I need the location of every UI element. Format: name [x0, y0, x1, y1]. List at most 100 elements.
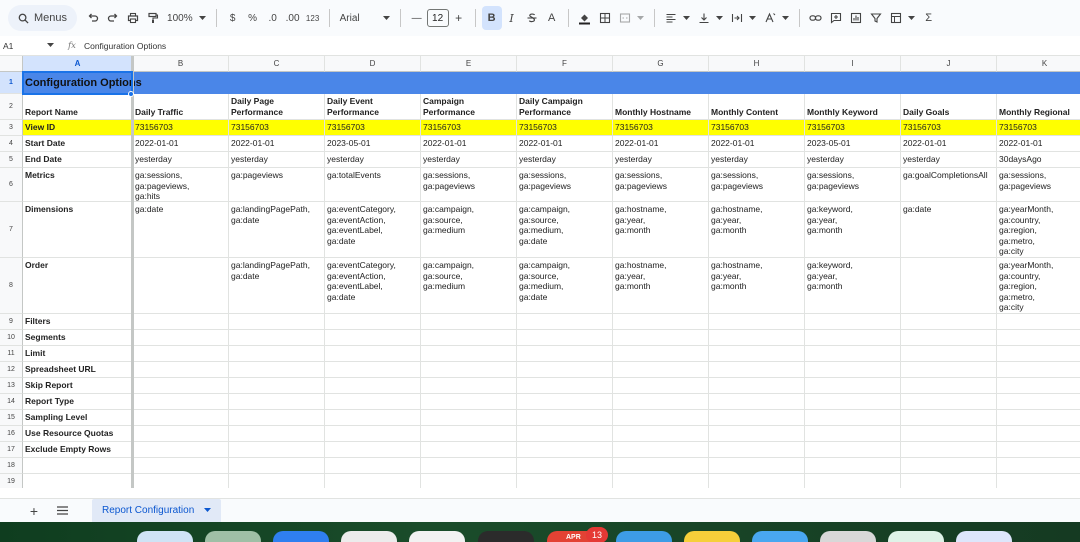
formula-input[interactable]: Configuration Options: [84, 41, 166, 51]
browser-icon[interactable]: [956, 531, 1012, 542]
filter-views-button[interactable]: [886, 12, 919, 24]
data-cell[interactable]: yesterday: [613, 152, 709, 168]
zoom-select[interactable]: 100%: [163, 13, 210, 24]
data-cell[interactable]: yesterday: [517, 152, 613, 168]
print-button[interactable]: [123, 6, 143, 30]
label-cell[interactable]: Exclude Empty Rows: [23, 442, 133, 458]
data-cell[interactable]: [229, 458, 325, 474]
data-cell[interactable]: ga:totalEvents: [325, 168, 421, 202]
data-cell[interactable]: [133, 410, 229, 426]
data-cell[interactable]: ga:keyword, ga:year, ga:month: [805, 202, 901, 258]
label-cell[interactable]: Report Type: [23, 394, 133, 410]
sheet-tab-report-configuration[interactable]: Report Configuration: [92, 498, 222, 523]
empty-cell[interactable]: [23, 474, 133, 488]
data-cell[interactable]: 2022-01-01: [709, 136, 805, 152]
data-cell[interactable]: [997, 314, 1080, 330]
data-cell[interactable]: [421, 314, 517, 330]
data-cell[interactable]: [709, 330, 805, 346]
column-header-c[interactable]: C: [229, 56, 325, 72]
add-sheet-button[interactable]: +: [22, 503, 46, 519]
data-cell[interactable]: 2022-01-01: [901, 136, 997, 152]
data-cell[interactable]: [997, 330, 1080, 346]
data-cell[interactable]: yesterday: [229, 152, 325, 168]
font-size-input[interactable]: 12: [426, 9, 449, 27]
data-cell[interactable]: [517, 362, 613, 378]
data-cell[interactable]: [997, 346, 1080, 362]
data-cell[interactable]: [613, 378, 709, 394]
data-cell[interactable]: [229, 442, 325, 458]
label-cell[interactable]: Report Name: [23, 94, 133, 120]
data-cell[interactable]: 30daysAgo: [997, 152, 1080, 168]
text-wrap-button[interactable]: [727, 12, 760, 24]
data-cell[interactable]: [421, 330, 517, 346]
vertical-align-button[interactable]: [694, 12, 727, 24]
column-header-h[interactable]: H: [709, 56, 805, 72]
data-cell[interactable]: [325, 442, 421, 458]
row-header-2[interactable]: 2: [0, 94, 23, 120]
data-cell[interactable]: [997, 362, 1080, 378]
data-cell[interactable]: [805, 314, 901, 330]
data-cell[interactable]: [325, 394, 421, 410]
data-cell[interactable]: [613, 394, 709, 410]
borders-button[interactable]: [595, 6, 615, 30]
report-name-cell[interactable]: Daily Event Performance: [325, 94, 421, 120]
data-cell[interactable]: [133, 442, 229, 458]
data-cell[interactable]: 73156703: [133, 120, 229, 136]
horizontal-align-button[interactable]: [661, 12, 694, 24]
data-cell[interactable]: ga:landingPagePath, ga:date: [229, 258, 325, 314]
select-all-corner[interactable]: [0, 56, 23, 72]
data-cell[interactable]: [133, 426, 229, 442]
data-cell[interactable]: [997, 474, 1080, 488]
label-cell[interactable]: Spreadsheet URL: [23, 362, 133, 378]
row-header-9[interactable]: 9: [0, 314, 23, 330]
data-cell[interactable]: [613, 410, 709, 426]
data-cell[interactable]: [325, 330, 421, 346]
data-cell[interactable]: [709, 394, 805, 410]
report-name-cell[interactable]: Monthly Hostname: [613, 94, 709, 120]
report-name-cell[interactable]: Monthly Keyword: [805, 94, 901, 120]
data-cell[interactable]: [805, 426, 901, 442]
finder-icon[interactable]: [137, 531, 193, 542]
column-header-e[interactable]: E: [421, 56, 517, 72]
number-format-button[interactable]: 123: [303, 6, 323, 30]
data-cell[interactable]: ga:hostname, ga:year, ga:month: [709, 258, 805, 314]
column-header-g[interactable]: G: [613, 56, 709, 72]
data-cell[interactable]: yesterday: [421, 152, 517, 168]
label-cell[interactable]: Filters: [23, 314, 133, 330]
data-cell[interactable]: [613, 426, 709, 442]
row-header-3[interactable]: 3: [0, 120, 23, 136]
font-family-select[interactable]: Arial: [336, 13, 394, 24]
data-cell[interactable]: 2022-01-01: [421, 136, 517, 152]
data-cell[interactable]: ga:sessions, ga:pageviews: [709, 168, 805, 202]
messages-icon[interactable]: [752, 531, 808, 542]
data-cell[interactable]: [517, 442, 613, 458]
label-cell[interactable]: End Date: [23, 152, 133, 168]
data-cell[interactable]: ga:sessions, ga:pageviews, ga:hits: [133, 168, 229, 202]
data-cell[interactable]: yesterday: [709, 152, 805, 168]
data-cell[interactable]: ga:campaign, ga:source, ga:medium, ga:date: [517, 258, 613, 314]
data-cell[interactable]: 73156703: [325, 120, 421, 136]
report-name-cell[interactable]: Daily Campaign Performance: [517, 94, 613, 120]
report-name-cell[interactable]: Daily Page Performance: [229, 94, 325, 120]
data-cell[interactable]: [133, 394, 229, 410]
label-cell[interactable]: View ID: [23, 120, 133, 136]
data-cell[interactable]: [229, 394, 325, 410]
row-header-16[interactable]: 16: [0, 426, 23, 442]
config-title-cell[interactable]: Configuration Options: [25, 72, 142, 94]
data-cell[interactable]: ga:eventCategory, ga:eventAction, ga:event…: [325, 202, 421, 258]
row-header-19[interactable]: 19: [0, 474, 23, 488]
data-cell[interactable]: [517, 410, 613, 426]
column-header-b[interactable]: B: [133, 56, 229, 72]
data-cell[interactable]: [421, 378, 517, 394]
data-cell[interactable]: [901, 410, 997, 426]
all-sheets-button[interactable]: [50, 506, 74, 515]
data-cell[interactable]: 73156703: [997, 120, 1080, 136]
row-header-18[interactable]: 18: [0, 458, 23, 474]
text-rotation-button[interactable]: [760, 12, 793, 24]
percent-format-button[interactable]: %: [243, 6, 263, 30]
data-cell[interactable]: [421, 394, 517, 410]
empty-cell[interactable]: [23, 458, 133, 474]
row-header-13[interactable]: 13: [0, 378, 23, 394]
data-cell[interactable]: ga:goalCompletionsAll: [901, 168, 997, 202]
data-cell[interactable]: [229, 330, 325, 346]
